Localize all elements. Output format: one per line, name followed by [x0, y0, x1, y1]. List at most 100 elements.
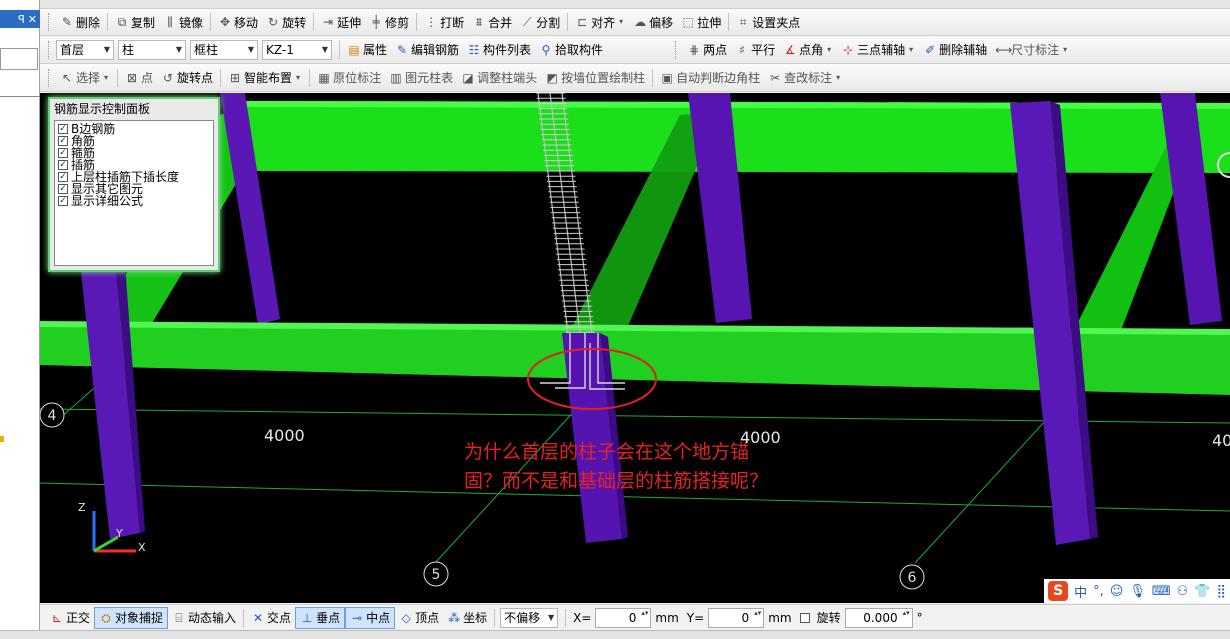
user-icon[interactable]: ⚇ [1177, 584, 1189, 599]
chevron-down-icon: ▾ [296, 72, 301, 82]
component-select[interactable]: KZ-1 ▼ [262, 39, 332, 60]
delete-button[interactable]: ✎ 删除 [56, 11, 104, 33]
move-button[interactable]: ✥ 移动 [214, 11, 262, 33]
component-list-button[interactable]: ☷ 构件列表 [463, 39, 535, 61]
object-snap-toggle[interactable]: ⛭ 对象捕捉 [94, 606, 169, 629]
microphone-icon[interactable]: 🎙 [1129, 584, 1146, 599]
offset-mode-select[interactable]: 不偏移 ▼ [500, 607, 559, 628]
pick-component-button[interactable]: ⚲ 拾取构件 [535, 39, 607, 61]
properties-button[interactable]: ▤ 属性 [343, 39, 391, 61]
extend-icon: ⇥ [323, 15, 334, 29]
two-points-icon: ⋕ [689, 42, 700, 57]
original-label-button[interactable]: ▦ 原位标注 [313, 67, 385, 89]
vertex-icon: ◇ [401, 610, 411, 625]
toolbar-grip[interactable] [48, 68, 52, 87]
coordinate-snap[interactable]: ⁂ 坐标 [443, 607, 491, 629]
two-points-button[interactable]: ⋕ 两点 [683, 39, 731, 61]
close-icon[interactable]: ✕ [28, 13, 37, 26]
skin-icon[interactable]: 👕 [1194, 584, 1210, 599]
set-grip-button[interactable]: ⌗ 设置夹点 [732, 11, 804, 33]
checkbox-checked-icon[interactable]: ✓ [58, 124, 68, 134]
3d-viewport[interactable]: 4000 4000 40 4 5 6 Z Y X 钢筋显示控制面板 ✓ B边钢筋… [40, 93, 1230, 603]
rotate-point-icon: ↺ [163, 70, 174, 85]
sogou-logo-icon[interactable]: S [1048, 581, 1069, 601]
element-table-button[interactable]: ▥ 图元柱表 [385, 67, 457, 89]
checkbox-checked-icon[interactable]: ✓ [58, 136, 68, 146]
keyboard-icon[interactable]: ⌨ [1152, 584, 1171, 599]
rotate-checkbox[interactable] [799, 612, 810, 623]
select-button[interactable]: ↖ 选择 ▾ [56, 67, 114, 89]
adjust-icon: ◪ [462, 70, 474, 85]
type-select[interactable]: 框柱 ▼ [190, 39, 258, 60]
edit-rebar-button[interactable]: ✎ 编辑钢筋 [391, 39, 463, 61]
ime-language-toggle[interactable]: 中 [1074, 582, 1087, 601]
delete-axis-button[interactable]: ✐ 删除辅轴 [919, 39, 991, 61]
offset-button[interactable]: ☁ 偏移 [629, 11, 677, 33]
y-offset-input[interactable]: 0 [708, 607, 765, 628]
floor-select[interactable]: 首层 ▼ [56, 39, 114, 60]
check-label-button[interactable]: ✂ 查改标注 ▾ [764, 67, 846, 89]
checkbox-checked-icon[interactable]: ✓ [58, 172, 68, 182]
separator [416, 13, 418, 31]
category-select[interactable]: 柱 ▼ [118, 39, 186, 60]
parallel-button[interactable]: ♯ 平行 [731, 39, 779, 61]
point-button[interactable]: ⊠ 点 [121, 67, 157, 89]
rotate-angle-input[interactable]: 0.000 [844, 607, 913, 628]
corner-column-icon: ▣ [661, 70, 673, 85]
vertex-snap[interactable]: ◇ 顶点 [395, 607, 443, 629]
parallel-icon: ♯ [739, 42, 745, 57]
properties-icon: ▤ [348, 42, 360, 57]
ortho-icon: ⊾ [51, 610, 63, 625]
draw-by-wall-button[interactable]: ◩ 按墙位置绘制柱 [541, 67, 649, 89]
dimension-label: 40 [1212, 431, 1230, 450]
perpendicular-snap[interactable]: ⊥ 垂点 [295, 606, 346, 629]
dynamic-input-toggle[interactable]: ⌸ 动态输入 [168, 607, 240, 629]
dock-search-field[interactable] [0, 48, 38, 70]
rebar-option-item[interactable]: ✓ 显示详细公式 [58, 195, 210, 207]
dimension-button[interactable]: ⟷ 尺寸标注 ▾ [991, 39, 1073, 61]
split-button[interactable]: ⟋ 分割 [516, 11, 564, 33]
x-offset-input[interactable]: 0 [595, 607, 652, 628]
rotate-button[interactable]: ↻ 旋转 [262, 11, 310, 33]
point-angle-button[interactable]: ∡ 点角 ▾ [779, 39, 837, 61]
extend-button[interactable]: ⇥ 延伸 [317, 11, 365, 33]
mirror-button[interactable]: ⫼ 镜像 [159, 11, 207, 33]
ime-punctuation-toggle[interactable]: °, [1093, 584, 1104, 599]
axis-number: 4 [48, 408, 57, 424]
axis-bubble-4: 4 [40, 402, 65, 428]
rotate-point-button[interactable]: ↺ 旋转点 [157, 67, 217, 89]
intersection-snap[interactable]: ✕ 交点 [247, 607, 295, 629]
adjust-column-end-button[interactable]: ◪ 调整柱端头 [457, 67, 541, 89]
three-point-axis-button[interactable]: ⊹ 三点辅轴 ▾ [837, 39, 919, 61]
pin-icon[interactable]: ꟼ [18, 13, 25, 26]
snap-magnet-icon: ⛭ [101, 610, 111, 625]
checkbox-checked-icon[interactable]: ✓ [58, 196, 68, 206]
copy-button[interactable]: ⧉ 复制 [111, 11, 159, 33]
checkbox-checked-icon[interactable]: ✓ [58, 148, 68, 158]
checkbox-checked-icon[interactable]: ✓ [58, 184, 68, 194]
axis-bubble-6: 6 [899, 564, 925, 590]
trim-icon: ╪ [372, 15, 380, 29]
checkbox-checked-icon[interactable]: ✓ [58, 160, 68, 170]
smiley-icon[interactable]: ☺ [1110, 584, 1124, 599]
intersection-icon: ✕ [253, 610, 264, 625]
trim-button[interactable]: ╪ 修剪 [365, 11, 413, 33]
grid-menu-icon[interactable]: ⣿ [1216, 584, 1226, 599]
toolbar-grip[interactable] [675, 40, 679, 59]
chevron-down-icon: ▼ [175, 45, 182, 54]
midpoint-snap[interactable]: ⊸ 中点 [345, 606, 396, 629]
auto-corner-button[interactable]: ▣ 自动判断边角柱 [656, 67, 764, 89]
rebar-panel-title: 钢筋显示控制面板 [50, 99, 218, 117]
align-button[interactable]: ⊏ 对齐 ▾ [571, 11, 629, 33]
y-unit-label: mm [768, 610, 792, 625]
merge-button[interactable]: ⩩ 合并 [468, 11, 516, 33]
ortho-toggle[interactable]: ⊾ 正交 [46, 607, 94, 629]
separator [339, 40, 340, 59]
toolbar-grip[interactable] [48, 13, 52, 31]
toolbar-grip[interactable] [48, 40, 52, 59]
smart-layout-button[interactable]: ⊞ 智能布置 ▾ [224, 67, 306, 89]
stretch-button[interactable]: ⬚ 拉伸 [677, 11, 725, 33]
eraser-icon: ✎ [61, 15, 73, 29]
break-button[interactable]: ⋮ 打断 [420, 11, 468, 33]
wall-column-icon: ◩ [546, 70, 558, 85]
